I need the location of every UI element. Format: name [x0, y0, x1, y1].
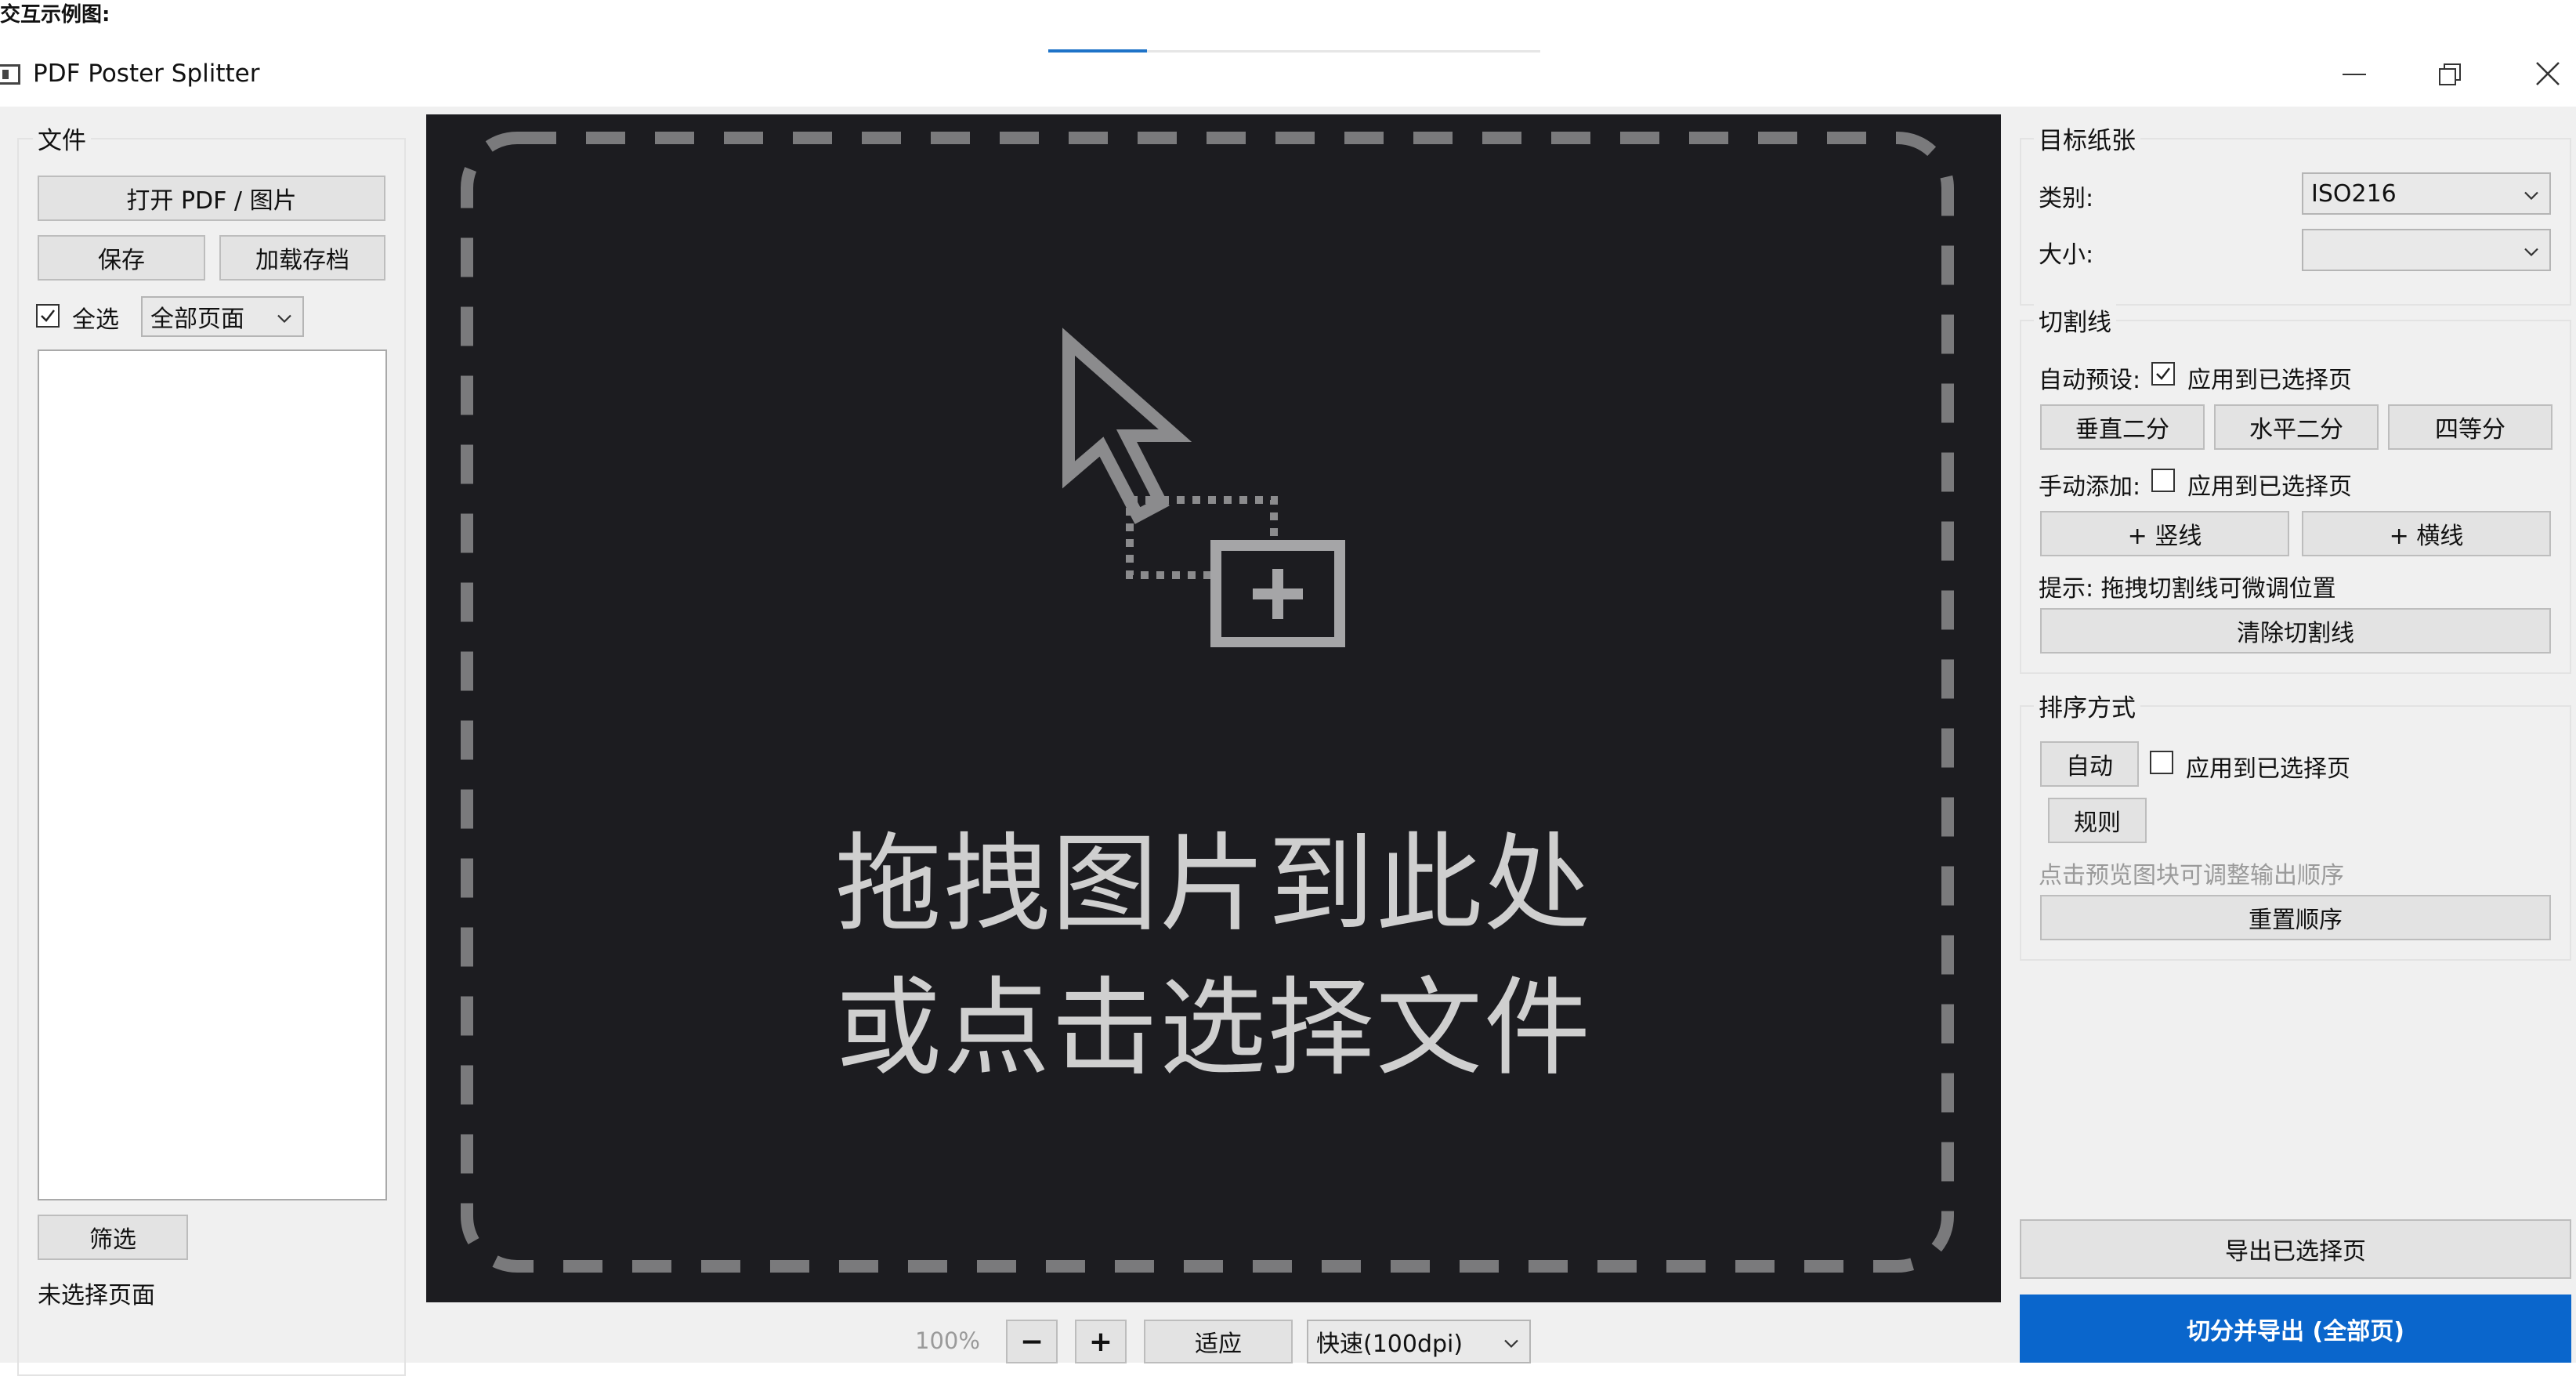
order-hint: 点击预览图块可调整输出顺序 [2039, 862, 2344, 889]
paper-category-value: ISO216 [2311, 179, 2397, 208]
caption: 交互示例图: [0, 3, 110, 27]
app-icon [0, 64, 20, 85]
window-title: PDF Poster Splitter [33, 60, 260, 88]
auto-order-button[interactable]: 自动 [2040, 741, 2139, 787]
restore-icon[interactable] [2438, 63, 2462, 86]
zoom-level: 100% [915, 1327, 980, 1354]
auto-apply-label: 应用到已选择页 [2187, 367, 2352, 394]
chevron-down-icon [2523, 180, 2540, 208]
dashed-border [461, 132, 1954, 1273]
selection-status: 未选择页面 [38, 1282, 155, 1309]
page-filter-value: 全部页面 [150, 306, 244, 333]
paper-group-title: 目标纸张 [2034, 121, 2140, 156]
paper-size-select[interactable] [2302, 229, 2551, 271]
chevron-down-icon [1503, 1328, 1520, 1356]
file-group-title: 文件 [33, 121, 91, 156]
order-group-title: 排序方式 [2034, 688, 2140, 723]
page-list[interactable] [38, 349, 387, 1200]
save-button[interactable]: 保存 [38, 235, 205, 281]
open-file-button[interactable]: 打开 PDF / 图片 [38, 176, 385, 221]
close-icon[interactable] [2535, 61, 2560, 86]
minimize-icon[interactable] [2343, 74, 2366, 75]
zoom-out-button[interactable]: − [1006, 1320, 1058, 1363]
clear-cut-lines-button[interactable]: 清除切割线 [2040, 608, 2551, 654]
zoom-in-button[interactable]: + [1075, 1320, 1127, 1363]
order-apply-label: 应用到已选择页 [2186, 755, 2350, 783]
add-vertical-line-button[interactable]: + 竖线 [2040, 511, 2289, 556]
quarter-button[interactable]: 四等分 [2388, 404, 2552, 450]
manual-add-label: 手动添加: [2039, 473, 2141, 501]
title-bar: PDF Poster Splitter [0, 55, 2576, 107]
paper-size-label: 大小: [2039, 241, 2094, 269]
render-quality-select[interactable]: 快速(100dpi) [1307, 1320, 1531, 1363]
select-all-checkbox[interactable] [36, 304, 60, 328]
add-horizontal-line-button[interactable]: + 横线 [2302, 511, 2551, 556]
render-quality-value: 快速(100dpi) [1316, 1331, 1463, 1358]
horizontal-half-button[interactable]: 水平二分 [2214, 404, 2379, 450]
drag-cursor-icon [1062, 328, 1345, 647]
fit-button[interactable]: 适应 [1144, 1320, 1293, 1363]
manual-apply-checkbox[interactable] [2151, 469, 2175, 492]
split-export-all-button[interactable]: 切分并导出 (全部页) [2020, 1295, 2571, 1363]
progress-indicator [1048, 49, 1147, 53]
drop-hint-line1: 拖拽图片到此处 [835, 823, 1592, 947]
filter-button[interactable]: 筛选 [38, 1215, 188, 1260]
paper-group [2020, 138, 2571, 306]
page-filter-select[interactable]: 全部页面 [141, 296, 304, 337]
paper-category-label: 类别: [2039, 185, 2094, 212]
chevron-down-icon [2523, 237, 2540, 264]
vertical-half-button[interactable]: 垂直二分 [2040, 404, 2205, 450]
paper-category-select[interactable]: ISO216 [2302, 172, 2551, 215]
cut-group-title: 切割线 [2034, 302, 2116, 338]
auto-preset-label: 自动预设: [2039, 367, 2141, 394]
load-archive-button[interactable]: 加载存档 [219, 235, 385, 281]
chevron-down-icon [276, 303, 293, 331]
order-apply-checkbox[interactable] [2150, 751, 2173, 774]
drop-zone[interactable]: 拖拽图片到此处 或点击选择文件 [426, 114, 2001, 1302]
export-selected-button[interactable]: 导出已选择页 [2020, 1219, 2571, 1279]
cut-hint: 提示: 拖拽切割线可微调位置 [2039, 575, 2336, 603]
drop-hint-line2: 或点击选择文件 [835, 967, 1592, 1091]
auto-apply-checkbox[interactable] [2151, 362, 2175, 386]
reset-order-button[interactable]: 重置顺序 [2040, 895, 2551, 940]
order-rule-button[interactable]: 规则 [2048, 798, 2147, 843]
select-all-label: 全选 [72, 306, 119, 334]
manual-apply-label: 应用到已选择页 [2187, 473, 2352, 501]
